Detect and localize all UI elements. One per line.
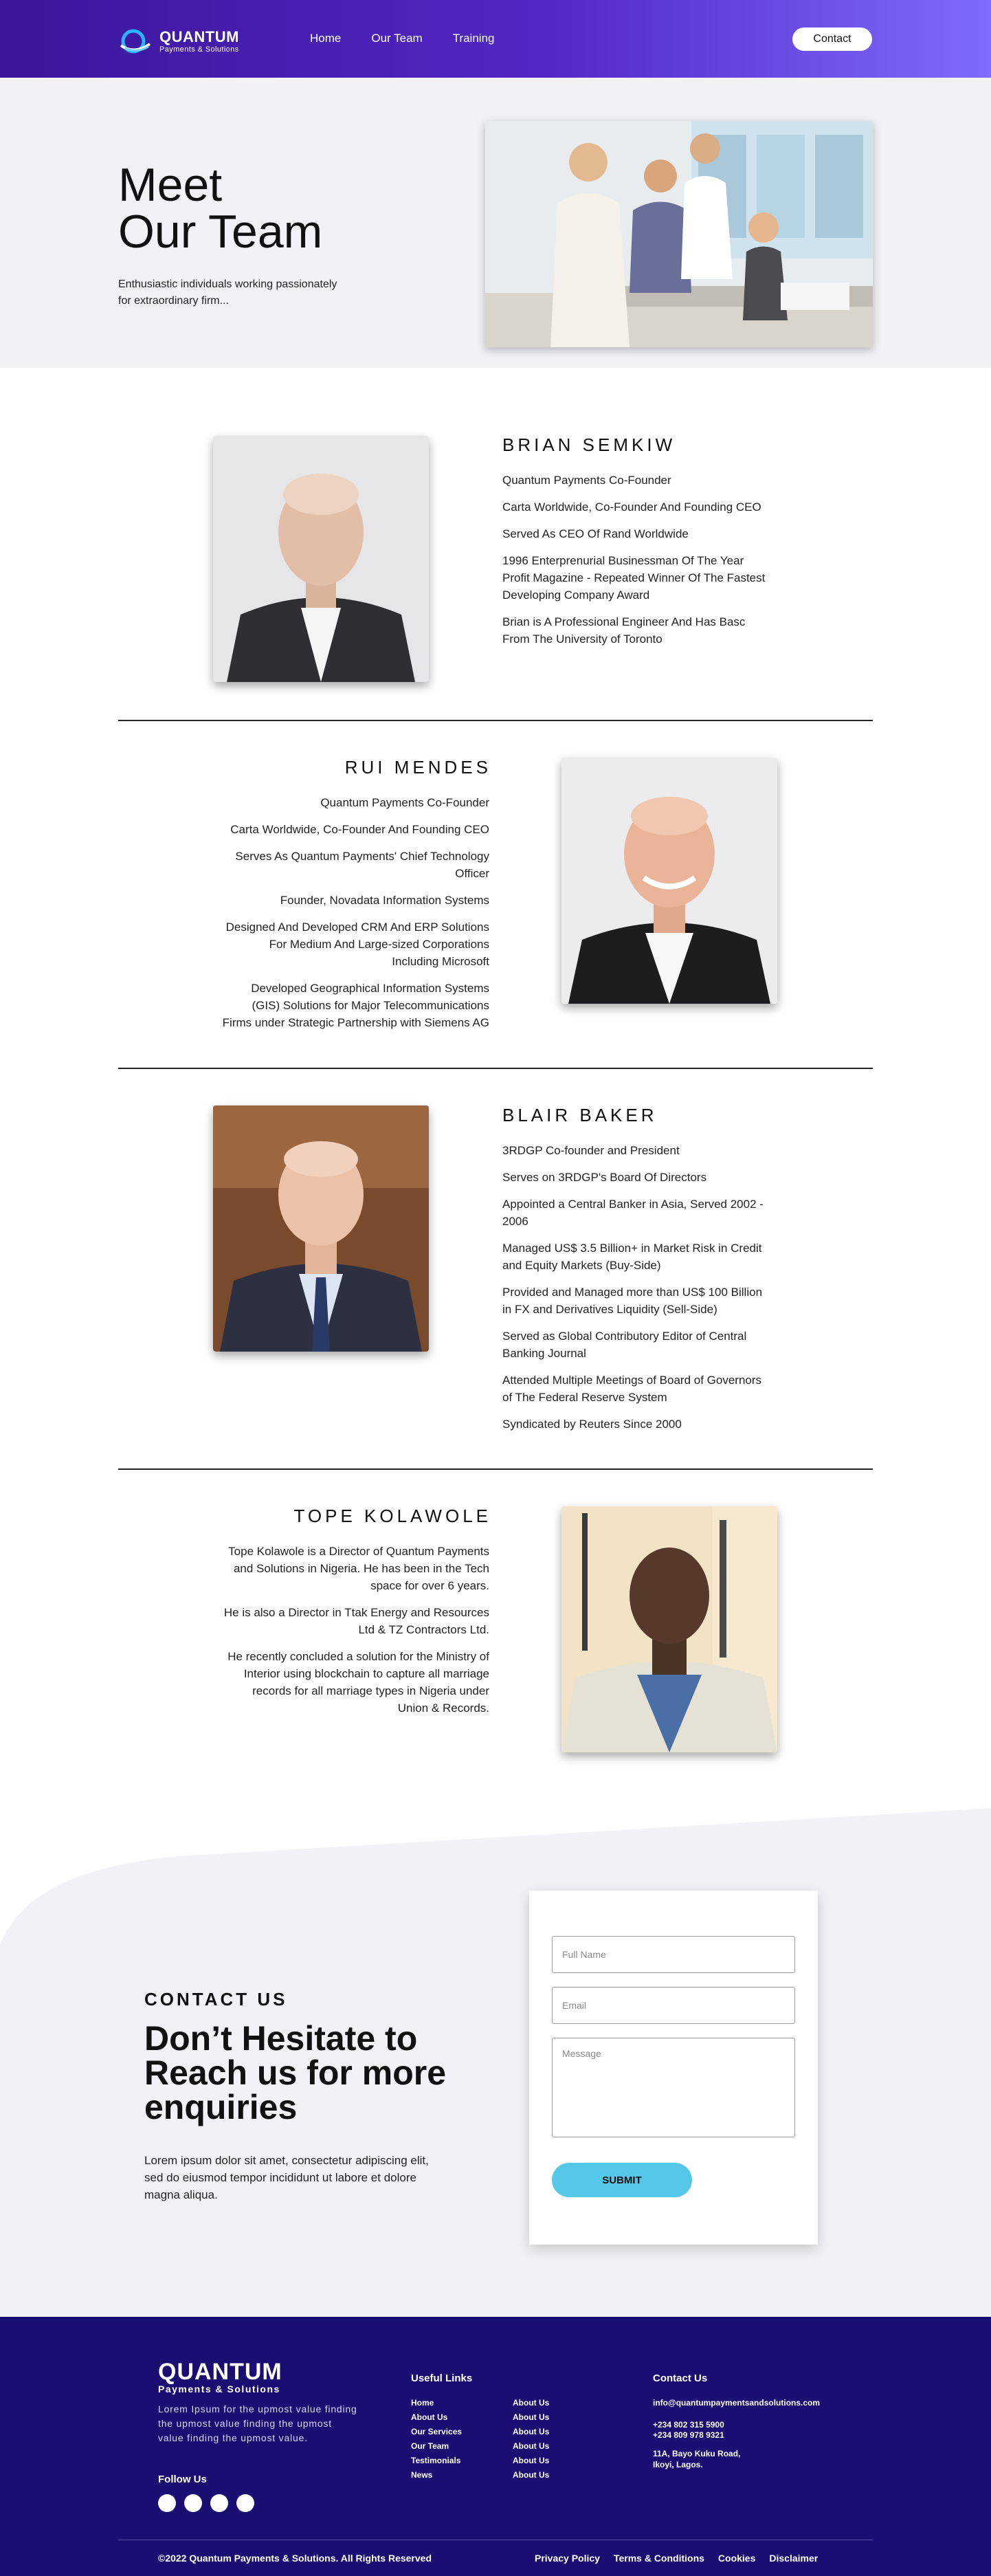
social-icon[interactable]: [210, 2494, 228, 2512]
hero-title-line1: Meet: [118, 159, 223, 211]
page: QUANTUM Payments & Solutions Home Our Te…: [0, 0, 991, 2576]
footer-link-testimonials[interactable]: Testimonials: [411, 2454, 462, 2468]
footer-about-text: Lorem Ipsum for the upmost value finding…: [158, 2403, 357, 2443]
rui-mendes-photo: [561, 758, 777, 1004]
footer-link-about-us[interactable]: About Us: [411, 2410, 462, 2425]
member-name-brian-semkiw: BRIAN SEMKIW: [502, 434, 676, 455]
bio-line: Quantum Payments Co-Founder: [502, 474, 671, 487]
cookies-link[interactable]: Cookies: [718, 2553, 755, 2564]
tope-kolawole-photo: [561, 1506, 777, 1752]
member-bio-rui-mendes: Quantum Payments Co-Founder Carta Worldw…: [220, 794, 489, 1041]
member-name-blair-baker: BLAIR BAKER: [502, 1105, 658, 1125]
bio-line: Served as Global Contributory Editor of …: [502, 1330, 747, 1360]
footer-contact-heading: Contact Us: [653, 2373, 708, 2384]
hero-title-line2: Our Team: [118, 206, 323, 258]
submit-button[interactable]: SUBMIT: [552, 2163, 692, 2197]
bio-line: Managed US$ 3.5 Billion+ in Market Risk …: [502, 1242, 762, 1272]
footer-link-about-us[interactable]: About Us: [513, 2396, 549, 2410]
main-nav: Home Our Team Training: [310, 32, 494, 45]
bio-line: Serves As Quantum Payments' Chief Techno…: [235, 850, 489, 880]
contact-title: Don’t Hesitate to Reach us for more enqu…: [144, 2019, 447, 2126]
bio-line: Designed And Developed CRM And ERP Solut…: [225, 921, 489, 968]
bio-line: He recently concluded a solution for the…: [227, 1650, 489, 1715]
footer-link-about-us[interactable]: About Us: [513, 2410, 549, 2425]
member-name-rui-mendes: RUI MENDES: [344, 757, 491, 778]
bio-line: Founder, Novadata Information Systems: [280, 894, 489, 907]
blair-baker-photo: [213, 1105, 429, 1352]
disclaimer-link[interactable]: Disclaimer: [769, 2553, 818, 2564]
privacy-policy-link[interactable]: Privacy Policy: [535, 2553, 600, 2564]
hero-description: Enthusiastic individuals working passion…: [118, 278, 337, 307]
team-meeting-photo: [485, 121, 873, 347]
footer-link-home[interactable]: Home: [411, 2396, 462, 2410]
bio-line: Carta Worldwide, Co-Founder And Founding…: [230, 823, 489, 836]
social-links: [158, 2494, 254, 2512]
logo-swoosh-icon: [120, 29, 151, 54]
footer-link-our-services[interactable]: Our Services: [411, 2425, 462, 2439]
section-divider: [118, 1068, 873, 1069]
footer-logo-title[interactable]: QUANTUM: [158, 2360, 282, 2384]
bio-line: He is also a Director in Ttak Energy and…: [223, 1606, 489, 1636]
nav-training[interactable]: Training: [453, 32, 495, 45]
bio-line: Carta Worldwide, Co-Founder And Founding…: [502, 500, 761, 514]
bio-line: 1996 Enterprenurial Businessman Of The Y…: [502, 554, 766, 602]
bio-line: Served As CEO Of Rand Worldwide: [502, 527, 689, 540]
contact-label: CONTACT US: [144, 1989, 288, 2010]
footer-links-col2: About Us About Us About Us About Us Abou…: [513, 2396, 549, 2483]
bio-line: Syndicated by Reuters Since 2000: [502, 1418, 682, 1431]
copyright-text: ©2022 Quantum Payments & Solutions. All …: [158, 2553, 432, 2564]
footer-phone2[interactable]: +234 809 978 9321: [653, 2430, 724, 2441]
bio-line: Appointed a Central Banker in Asia, Serv…: [502, 1198, 764, 1228]
bio-line: 3RDGP Co-founder and President: [502, 1144, 680, 1157]
bio-line: Tope Kolawole is a Director of Quantum P…: [228, 1545, 489, 1592]
legal-links: Privacy Policy Terms & Conditions Cookie…: [535, 2553, 818, 2564]
member-name-tope-kolawole: TOPE KOLAWOLE: [293, 1506, 491, 1526]
member-bio-tope-kolawole: Tope Kolawole is a Director of Quantum P…: [220, 1543, 489, 1726]
nav-home[interactable]: Home: [310, 32, 341, 45]
footer-address-line2: Ikoyi, Lagos.: [653, 2460, 703, 2469]
logo[interactable]: QUANTUM Payments & Solutions: [118, 27, 239, 55]
member-bio-brian-semkiw: Quantum Payments Co-Founder Carta Worldw…: [502, 472, 770, 657]
member-bio-blair-baker: 3RDGP Co-founder and President Serves on…: [502, 1142, 770, 1442]
section-divider: [118, 720, 873, 721]
site-header: QUANTUM Payments & Solutions Home Our Te…: [0, 0, 991, 78]
footer-logo-subtitle: Payments & Solutions: [158, 2384, 280, 2395]
bio-line: Serves on 3RDGP's Board Of Directors: [502, 1171, 707, 1184]
footer-address-line1: 11A, Bayo Kuku Road,: [653, 2449, 741, 2458]
contact-form-card: SUBMIT: [529, 1891, 818, 2245]
message-textarea[interactable]: [552, 2038, 795, 2137]
contact-description: Lorem ipsum dolor sit amet, consectetur …: [144, 2154, 429, 2201]
footer-link-about-us[interactable]: About Us: [513, 2454, 549, 2468]
useful-links-heading: Useful Links: [411, 2373, 473, 2384]
brian-semkiw-photo: [213, 436, 429, 682]
site-footer: QUANTUM Payments & Solutions Lorem Ipsum…: [0, 2317, 991, 2576]
logo-title: QUANTUM: [159, 28, 239, 45]
footer-links-col1: Home About Us Our Services Our Team Test…: [411, 2396, 462, 2483]
social-icon[interactable]: [236, 2494, 254, 2512]
terms-link[interactable]: Terms & Conditions: [614, 2553, 704, 2564]
logo-subtitle: Payments & Solutions: [159, 45, 239, 54]
social-icon[interactable]: [158, 2494, 176, 2512]
section-divider: [118, 1468, 873, 1470]
social-icon[interactable]: [184, 2494, 202, 2512]
follow-us-heading: Follow Us: [158, 2474, 207, 2485]
bio-line: Attended Multiple Meetings of Board of G…: [502, 1374, 762, 1404]
full-name-input[interactable]: [552, 1936, 795, 1973]
bio-line: Developed Geographical Information Syste…: [222, 982, 489, 1029]
contact-button[interactable]: Contact: [792, 27, 872, 51]
footer-phone1[interactable]: +234 802 315 5900: [653, 2420, 724, 2430]
email-input[interactable]: [552, 1987, 795, 2024]
bio-line: Provided and Managed more than US$ 100 B…: [502, 1286, 763, 1316]
nav-our-team[interactable]: Our Team: [371, 32, 422, 45]
footer-link-news[interactable]: News: [411, 2468, 462, 2483]
hero-title: Meet Our Team: [118, 162, 322, 255]
footer-link-about-us[interactable]: About Us: [513, 2468, 549, 2483]
footer-email[interactable]: info@quantumpaymentsandsolutions.com: [653, 2398, 820, 2408]
footer-link-our-team[interactable]: Our Team: [411, 2439, 462, 2454]
bio-line: Quantum Payments Co-Founder: [320, 796, 489, 809]
bio-line: Brian is A Professional Engineer And Has…: [502, 615, 746, 646]
footer-link-about-us[interactable]: About Us: [513, 2425, 549, 2439]
footer-link-about-us[interactable]: About Us: [513, 2439, 549, 2454]
